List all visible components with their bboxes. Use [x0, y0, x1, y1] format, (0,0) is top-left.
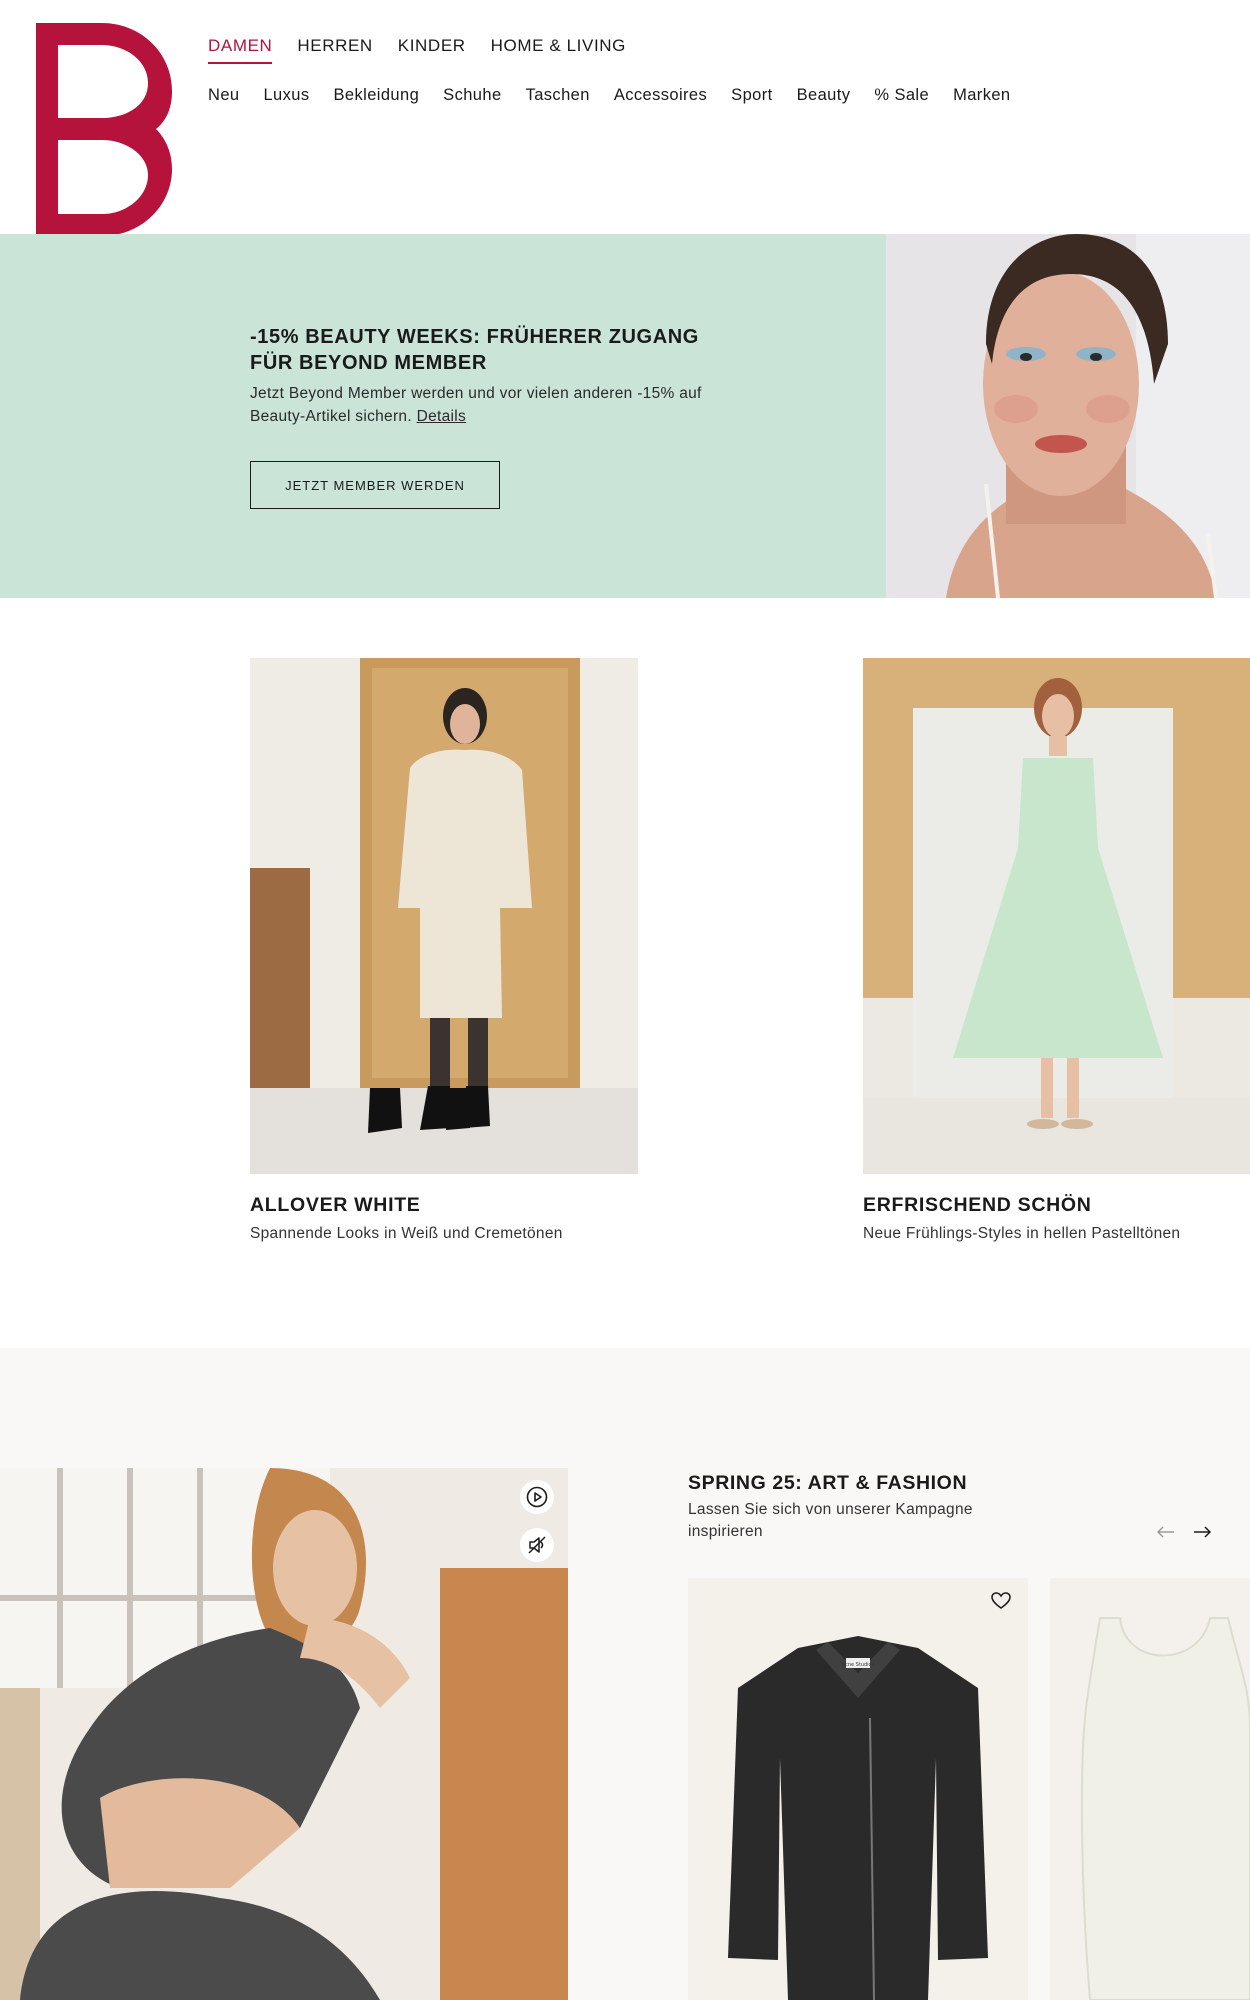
subnav-sale[interactable]: % Sale	[874, 86, 929, 105]
nav-damen[interactable]: DAMEN	[208, 36, 273, 64]
carousel-controls	[1156, 1522, 1212, 1542]
subnav-beauty[interactable]: Beauty	[797, 86, 851, 105]
subnav-taschen[interactable]: Taschen	[526, 86, 590, 105]
gender-nav: DAMEN HERREN KINDER HOME & LIVING	[208, 36, 651, 64]
subnav-marken[interactable]: Marken	[953, 86, 1010, 105]
brand-logo[interactable]	[36, 23, 172, 236]
promo-body-text: Jetzt Beyond Member werden und vor viele…	[250, 385, 702, 425]
campaign-section: SPRING 25: ART & FASHION Lassen Sie sich…	[0, 1348, 1250, 2000]
promo-title: -15% BEAUTY WEEKS: FRÜHERER ZUGANG FÜR B…	[250, 326, 699, 374]
promo-body: Jetzt Beyond Member werden und vor viele…	[250, 382, 710, 428]
campaign-subtitle: Lassen Sie sich von unserer Kampagne ins…	[688, 1501, 973, 1540]
promo-details-link[interactable]: Details	[417, 408, 466, 425]
wishlist-heart-icon[interactable]	[990, 1590, 1012, 1612]
product-card-leather-jacket[interactable]: Acne Studios	[688, 1578, 1028, 2000]
category-nav: Neu Luxus Bekleidung Schuhe Taschen Acce…	[208, 86, 1035, 105]
tile-subtitle: Spannende Looks in Weiß und Cremetönen	[250, 1225, 563, 1242]
tile-subtitle: Neue Frühlings-Styles in hellen Pastellt…	[863, 1225, 1181, 1242]
leather-jacket-image: Acne Studios	[688, 1578, 1028, 2000]
subnav-neu[interactable]: Neu	[208, 86, 239, 105]
become-member-button[interactable]: JETZT MEMBER WERDEN	[250, 461, 500, 509]
subnav-schuhe[interactable]: Schuhe	[443, 86, 501, 105]
carousel-next-button[interactable]	[1192, 1522, 1212, 1542]
play-button[interactable]	[520, 1480, 554, 1514]
beauty-model-image	[886, 234, 1250, 598]
nav-kinder[interactable]: KINDER	[398, 36, 466, 64]
tile-allover-white[interactable]: ALLOVER WHITE Spannende Looks in Weiß un…	[250, 658, 638, 1243]
nav-herren[interactable]: HERREN	[297, 36, 372, 64]
play-icon	[526, 1486, 548, 1508]
arrow-left-icon	[1157, 1526, 1174, 1538]
tile-title[interactable]: ALLOVER WHITE	[250, 1194, 638, 1217]
tile-erfrischend-schoen[interactable]: ERFRISCHEND SCHÖN Neue Frühlings-Styles …	[863, 658, 1250, 1243]
tile-title[interactable]: ERFRISCHEND SCHÖN	[863, 1194, 1250, 1217]
promo-text: -15% BEAUTY WEEKS: FRÜHERER ZUGANG FÜR B…	[250, 324, 710, 428]
white-tank-top-image	[1050, 1578, 1250, 2000]
nav-home-living[interactable]: HOME & LIVING	[491, 36, 626, 64]
speaker-muted-icon	[528, 1536, 546, 1554]
subnav-accessoires[interactable]: Accessoires	[614, 86, 707, 105]
subnav-sport[interactable]: Sport	[731, 86, 772, 105]
subnav-bekleidung[interactable]: Bekleidung	[334, 86, 420, 105]
campaign-video[interactable]	[0, 1468, 568, 2000]
tile-image-pastel-look[interactable]	[863, 658, 1250, 1174]
promo-banner: -15% BEAUTY WEEKS: FRÜHERER ZUGANG FÜR B…	[0, 234, 1250, 598]
jacket-brand-label: Acne Studios	[842, 1662, 875, 1668]
site-header: DAMEN HERREN KINDER HOME & LIVING Neu Lu…	[0, 0, 1250, 236]
subnav-luxus[interactable]: Luxus	[263, 86, 309, 105]
carousel-prev-button[interactable]	[1156, 1522, 1176, 1542]
tile-image-white-look[interactable]	[250, 658, 638, 1174]
product-card-white-top[interactable]	[1050, 1578, 1250, 2000]
arrow-right-icon	[1194, 1526, 1211, 1538]
campaign-title: SPRING 25: ART & FASHION	[688, 1472, 968, 1494]
mute-button[interactable]	[520, 1528, 554, 1562]
